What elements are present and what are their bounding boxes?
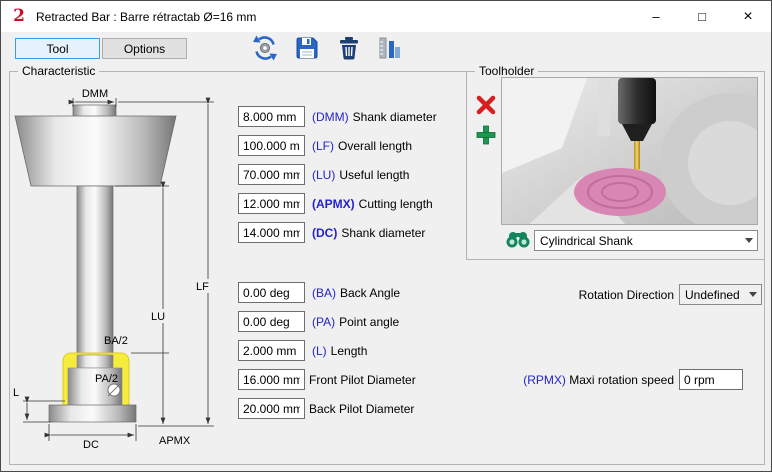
add-toolholder-button[interactable] <box>473 123 498 148</box>
minimize-button[interactable]: – <box>633 1 679 32</box>
param-code: (BA) <box>312 286 336 300</box>
lu-label: LU <box>151 311 165 323</box>
l-input[interactable] <box>238 340 305 361</box>
field-row-ba: (BA) Back Angle <box>238 282 400 303</box>
tool-top-shank <box>73 105 116 117</box>
param-code: (LU) <box>312 168 335 182</box>
param-label: Shank diameter <box>341 226 425 240</box>
back-pilot-disc <box>49 405 136 422</box>
app-logo-icon: 2 <box>11 9 27 25</box>
titlebar: 2 Retracted Bar : Barre rétractab Ø=16 m… <box>1 1 771 32</box>
delete-button[interactable] <box>333 34 365 62</box>
field-row-l: (L) Length <box>238 340 367 361</box>
remove-toolholder-button[interactable] <box>473 93 498 118</box>
param-code: (L) <box>312 344 327 358</box>
rpmx-input[interactable] <box>679 369 743 390</box>
shank-type-value: Cylindrical Shank <box>535 234 740 248</box>
param-code: (APMX) <box>312 197 355 211</box>
drill-bit <box>634 141 640 169</box>
param-label: Point angle <box>339 315 399 329</box>
field-row-dmm: (DMM) Shank diameter <box>238 106 437 127</box>
window-controls: – □ × <box>633 1 771 32</box>
param-code: (DC) <box>312 226 337 240</box>
pa-input[interactable] <box>238 311 305 332</box>
pa2-label: PA/2 <box>95 373 118 385</box>
shank-type-select[interactable]: Cylindrical Shank <box>534 230 758 251</box>
tab-tool[interactable]: Tool <box>15 38 100 59</box>
gear-sync-icon <box>252 35 278 61</box>
chevron-down-icon <box>740 231 757 250</box>
lf-input[interactable] <box>238 135 305 156</box>
cutting-zone-neck <box>77 355 113 368</box>
close-button[interactable]: × <box>725 1 771 32</box>
field-row-lf: (LF) Overall length <box>238 135 412 156</box>
toolholder-preview-viewport[interactable] <box>501 77 758 225</box>
ba-input[interactable] <box>238 282 305 303</box>
apmx-label: APMX <box>159 435 191 447</box>
apmx-input[interactable] <box>238 193 305 214</box>
param-code: (PA) <box>312 315 335 329</box>
binoculars-icon <box>504 229 532 249</box>
param-label: Back Pilot Diameter <box>309 402 414 416</box>
chevron-down-icon <box>744 285 761 304</box>
tool-holder-body <box>15 116 176 186</box>
green-plus-icon <box>474 123 498 147</box>
rotation-direction-value: Undefined <box>680 288 744 302</box>
param-label: Back Angle <box>340 286 400 300</box>
maximize-button[interactable]: □ <box>679 1 725 32</box>
param-code: (LF) <box>312 139 334 153</box>
rotation-direction-label: Rotation Direction <box>481 288 674 302</box>
characteristic-group-label: Characteristic <box>18 64 99 79</box>
param-label: Overall length <box>338 139 412 153</box>
field-row-apmx: (APMX) Cutting length <box>238 193 433 214</box>
dc-input[interactable] <box>238 222 305 243</box>
red-x-icon <box>474 93 498 117</box>
rotation-direction-select[interactable]: Undefined <box>679 284 762 305</box>
field-row-back-pilot: Back Pilot Diameter <box>238 398 414 419</box>
lu-input[interactable] <box>238 164 305 185</box>
dc-label: DC <box>83 439 99 451</box>
chart-ruler-icon <box>376 35 402 61</box>
tool-shaft <box>77 186 113 356</box>
dmm-label: DMM <box>82 88 108 100</box>
trash-icon <box>336 35 362 61</box>
param-label: Length <box>331 344 368 358</box>
browse-toolholder-button[interactable] <box>503 229 532 251</box>
field-row-lu: (LU) Useful length <box>238 164 409 185</box>
param-label: Front Pilot Diameter <box>309 373 416 387</box>
param-code: (DMM) <box>312 110 349 124</box>
window-title: Retracted Bar : Barre rétractab Ø=16 mm <box>36 10 256 24</box>
save-button[interactable] <box>291 34 323 62</box>
l-label: L <box>13 387 19 399</box>
save-icon <box>294 35 320 61</box>
field-row-front-pilot: Front Pilot Diameter <box>238 369 416 390</box>
rpmx-label-row: (RPMX) Maxi rotation speed <box>451 373 674 387</box>
rpmx-code: (RPMX) <box>523 373 566 387</box>
field-row-dc: (DC) Shank diameter <box>238 222 425 243</box>
dialog-window: 2 Retracted Bar : Barre rétractab Ø=16 m… <box>0 0 772 472</box>
settings-sync-button[interactable] <box>249 34 281 62</box>
back-pilot-input[interactable] <box>238 398 305 419</box>
statistics-button[interactable] <box>373 34 405 62</box>
toolholder-preview-image <box>502 78 758 225</box>
param-label: Useful length <box>339 168 409 182</box>
tool-diagram: DMM LF LU APMX DC L BA/2 PA/2 <box>11 85 233 461</box>
dmm-input[interactable] <box>238 106 305 127</box>
ba2-label: BA/2 <box>104 335 128 347</box>
rpmx-label: Maxi rotation speed <box>569 373 674 387</box>
lf-label: LF <box>196 281 209 293</box>
front-pilot-input[interactable] <box>238 369 305 390</box>
field-row-pa: (PA) Point angle <box>238 311 399 332</box>
tab-options[interactable]: Options <box>102 38 187 59</box>
param-label: Shank diameter <box>353 110 437 124</box>
param-label: Cutting length <box>359 197 433 211</box>
